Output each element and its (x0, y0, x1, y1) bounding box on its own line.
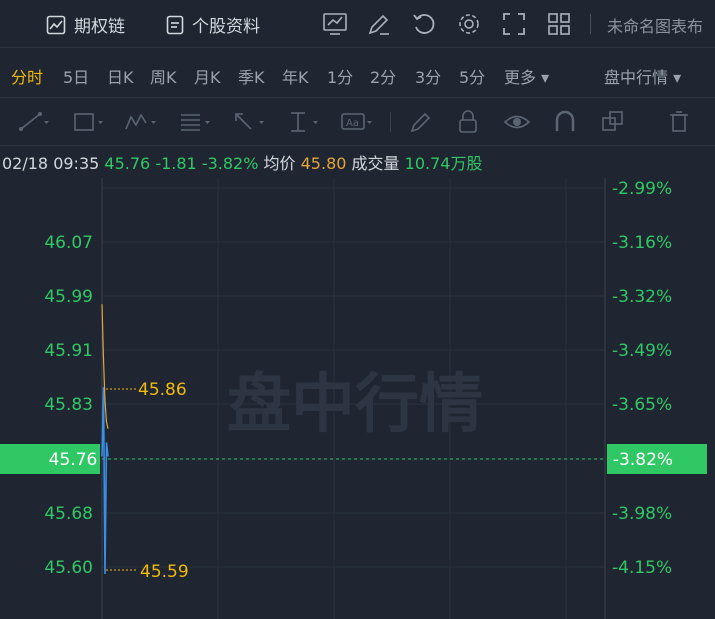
session-dropdown[interactable]: 盘中行情 ▾ (604, 64, 681, 88)
volume-label: 成交量 (351, 154, 400, 173)
timeframe-daily[interactable]: 日K (107, 64, 134, 88)
timeframe-2min[interactable]: 2分 (370, 64, 396, 88)
quote-price: 45.76 (104, 154, 151, 173)
timeframe-intraday[interactable]: 分时 (11, 64, 43, 88)
y-tick-right: -3.98% (612, 504, 672, 524)
y-tick-left: 45.91 (44, 341, 93, 361)
vertical-line-tool-icon[interactable] (286, 109, 320, 135)
layers-icon[interactable] (600, 109, 626, 135)
layout-grid-icon[interactable] (546, 11, 572, 37)
magnet-icon[interactable] (552, 109, 578, 135)
left-price-axis: 46.07 45.99 45.91 45.83 45.68 45.60 (44, 233, 93, 578)
chart-name-button[interactable]: 未命名图表布 (607, 13, 715, 37)
intraday-chart[interactable]: 盘中行情 46.07 45.99 45.91 45.83 45.68 45.60 -2.9… (0, 178, 715, 619)
quote-change-pct: -3.82% (201, 154, 259, 173)
quote-datetime: 02/18 09:35 (2, 154, 100, 173)
timeframe-weekly[interactable]: 周K (150, 64, 177, 88)
y-tick-left: 45.68 (44, 504, 93, 524)
timeframe-bar: 分时 5日 日K 周K 月K 季K 年K 1分 2分 3分 5分 更多 ▾ 盘中… (0, 48, 715, 98)
timeframe-quarterly[interactable]: 季K (238, 64, 265, 88)
right-percent-axis: -2.99% -3.16% -3.32% -3.49% -3.65% -3.98% -4.1… (612, 179, 672, 578)
timeframe-yearly[interactable]: 年K (282, 64, 309, 88)
top-bar: 期权链 个股资料 未命名图表布 (0, 0, 715, 48)
avg-price-label: 均价 (263, 154, 296, 173)
fullscreen-icon[interactable] (501, 11, 527, 37)
svg-text:Aa: Aa (346, 118, 359, 129)
low-marker-label: 45.59 (140, 562, 189, 582)
rectangle-tool-icon[interactable] (72, 109, 104, 135)
document-icon (166, 15, 184, 34)
y-tick-right: -3.16% (612, 233, 672, 253)
toolbar-divider (390, 112, 391, 132)
gear-icon[interactable] (456, 11, 482, 37)
timeframe-1min[interactable]: 1分 (327, 64, 353, 88)
timeframe-more-dropdown[interactable]: 更多 ▾ (504, 64, 549, 88)
trash-icon[interactable] (666, 109, 692, 135)
text-tool-icon[interactable]: Aa (340, 109, 374, 135)
trendline-tool-icon[interactable] (18, 109, 50, 135)
timeframe-5day[interactable]: 5日 (63, 64, 89, 88)
y-tick-right: -3.49% (612, 341, 672, 361)
chart-icon (46, 15, 66, 34)
quote-change: -1.81 (155, 154, 197, 173)
y-tick-right: -3.32% (612, 287, 672, 307)
fibonacci-tool-icon[interactable] (178, 109, 212, 135)
current-pct-label: -3.82% (613, 450, 673, 470)
watermark-text: 盘中行情 (227, 368, 483, 442)
lock-icon[interactable] (455, 109, 481, 135)
option-chain-button[interactable]: 期权链 (46, 12, 125, 37)
avg-price-value: 45.80 (300, 154, 347, 173)
y-tick-right: -4.15% (612, 558, 672, 578)
y-tick-right: -3.65% (612, 395, 672, 415)
eye-icon[interactable] (503, 109, 531, 135)
timeframe-3min[interactable]: 3分 (415, 64, 441, 88)
price-series-line (101, 387, 109, 574)
y-tick-left: 45.60 (44, 558, 93, 578)
timeframe-monthly[interactable]: 月K (194, 64, 221, 88)
y-tick-right: -2.99% (612, 179, 672, 199)
volume-value: 10.74万股 (404, 154, 483, 173)
indicator-icon[interactable] (322, 11, 348, 37)
pen-tool-icon[interactable] (408, 109, 434, 135)
stock-info-label: 个股资料 (192, 17, 260, 37)
timeframe-5min[interactable]: 5分 (459, 64, 485, 88)
edit-icon[interactable] (366, 11, 392, 37)
option-chain-label: 期权链 (74, 17, 125, 37)
wave-tool-icon[interactable] (124, 109, 158, 135)
refresh-icon[interactable] (411, 11, 437, 37)
stock-info-button[interactable]: 个股资料 (166, 12, 260, 37)
drawing-toolbar: Aa (0, 98, 715, 146)
y-tick-left: 46.07 (44, 233, 93, 253)
quote-line: 02/18 09:35 45.76 -1.81 -3.82% 均价 45.80 … (2, 150, 482, 174)
arrow-tool-icon[interactable] (232, 109, 266, 135)
current-price-label: 45.76 (49, 450, 98, 470)
y-tick-left: 45.83 (44, 395, 93, 415)
y-tick-left: 45.99 (44, 287, 93, 307)
divider (590, 14, 591, 34)
chart-name-label: 未命名图表布 (607, 17, 704, 36)
high-marker-label: 45.86 (138, 380, 187, 400)
